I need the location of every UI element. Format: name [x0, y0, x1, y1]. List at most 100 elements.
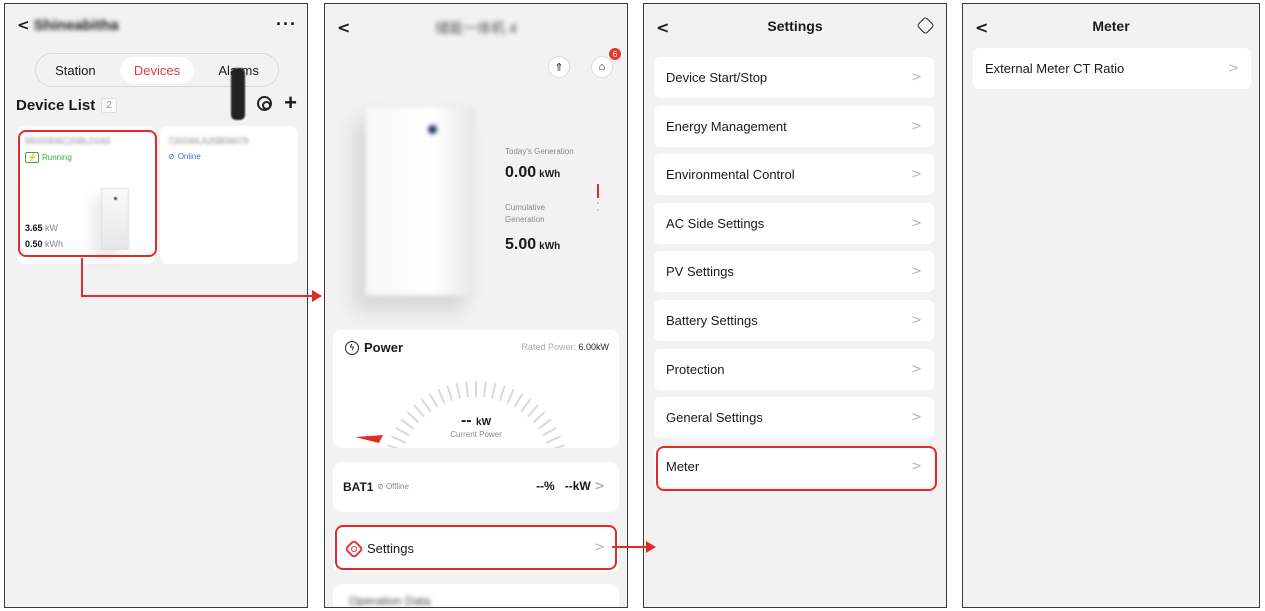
meter-screen: < Meter External Meter CT Ratio > — [962, 3, 1260, 608]
device-list-screen: < Shineabitha ··· Station Devices Alarms… — [4, 3, 308, 608]
gauge-tick — [446, 385, 453, 401]
item-label: Energy Management — [666, 118, 787, 134]
rated-power: Rated Power: 6.00kW — [521, 342, 609, 352]
settings-item-protection[interactable]: Protection > — [654, 348, 934, 390]
settings-item-device-start-stop[interactable]: Device Start/Stop > — [654, 57, 934, 98]
highlight-box — [656, 446, 937, 491]
chevron-right-icon: > — [911, 264, 922, 280]
device-title: 储能一体机 4 — [435, 20, 517, 36]
gauge-tick — [514, 393, 523, 408]
item-label: Battery Settings — [666, 312, 758, 328]
cumulative-label-line1: Cumulative — [505, 203, 546, 212]
cumulative-generation-value: 5.00 — [505, 236, 537, 253]
alarm-icon[interactable]: ⌂ — [591, 56, 613, 78]
item-label: Environmental Control — [666, 167, 795, 183]
page-indicator-active — [597, 184, 599, 198]
item-label: Protection — [666, 361, 725, 377]
settings-menu: Device Start/Stop > Energy Management > En… — [654, 57, 934, 494]
page-indicator-dot — [597, 209, 599, 211]
status-online: ⊘ Online — [168, 152, 201, 161]
upload-icon[interactable]: ⇑ — [548, 56, 570, 78]
gauge-tick — [520, 398, 532, 412]
item-label: PV Settings — [666, 264, 734, 280]
current-power-value: -- — [460, 412, 472, 429]
power-heading: ϟ Power — [345, 340, 403, 355]
more-options-icon[interactable]: ··· — [276, 14, 297, 35]
rated-power-label: Rated Power: — [521, 342, 576, 352]
chevron-right-icon: > — [594, 479, 605, 494]
highlight-box — [18, 130, 157, 257]
gauge-tick — [387, 444, 400, 448]
lightning-icon: ϟ — [345, 340, 359, 355]
settings-item-environmental-control[interactable]: Environmental Control > — [654, 154, 934, 196]
device-image — [365, 106, 475, 296]
arrowhead — [312, 290, 322, 302]
gauge-tick — [483, 381, 487, 398]
device-list-heading: Device List 2 — [16, 97, 117, 114]
todays-generation-unit: kWh — [539, 169, 561, 180]
device-count-badge: 2 — [101, 98, 117, 113]
settings-item-general[interactable]: General Settings > — [654, 397, 934, 439]
todays-generation-label: Today's Generation — [505, 147, 574, 156]
settings-screen: < Settings Device Start/Stop > Energy Man… — [643, 3, 947, 608]
meter-item-ct-ratio[interactable]: External Meter CT Ratio > — [973, 48, 1251, 89]
gauge-tick — [506, 388, 515, 404]
chevron-right-icon: > — [1228, 61, 1239, 76]
todays-generation-value: 0.00 — [505, 164, 537, 181]
notification-badge: 6 — [609, 48, 621, 60]
battery-status-label: Offline — [385, 482, 409, 491]
battery-row[interactable]: BAT1 ⊘ Offline --% --kW > — [333, 462, 619, 512]
status-label: Online — [177, 152, 201, 161]
device-card-charger[interactable]: 7201WLA25B06079 ⊘ Online — [160, 126, 298, 264]
item-label: AC Side Settings — [666, 215, 765, 231]
settings-item-pv[interactable]: PV Settings > — [654, 251, 934, 293]
battery-name: BAT1 — [343, 480, 374, 494]
current-power-unit: kW — [476, 417, 492, 428]
battery-values: --% --kW > — [536, 479, 605, 494]
device-detail-screen: < 储能一体机 4 ⇑ ⌂ 6 Today's Generation 0.00 k… — [324, 3, 628, 608]
settings-item-energy-management[interactable]: Energy Management > — [654, 105, 934, 147]
charger-image — [231, 68, 245, 120]
battery-status: ⊘ Offline — [377, 482, 409, 491]
highlight-box — [335, 525, 617, 570]
chevron-right-icon: > — [911, 118, 922, 134]
page-title: Settings — [767, 18, 823, 34]
link-icon: ⊘ — [168, 152, 175, 161]
next-card-label: Operation Data — [349, 594, 431, 608]
station-name: Shineabitha — [33, 16, 119, 34]
chevron-right-icon: > — [911, 167, 922, 183]
battery-power: --kW — [564, 479, 591, 493]
chevron-right-icon: > — [911, 312, 922, 328]
gauge-tick — [429, 393, 438, 408]
tab-station[interactable]: Station — [41, 57, 109, 84]
rated-power-value: 6.00kW — [578, 342, 609, 352]
page-title: Meter — [1092, 18, 1130, 34]
item-label: Device Start/Stop — [666, 70, 768, 85]
device-serial: 7201WLA25B06079 — [168, 136, 249, 146]
power-title: Power — [364, 340, 404, 355]
add-device-icon[interactable]: + — [284, 92, 297, 114]
current-power-label: Current Power — [450, 430, 502, 439]
chevron-right-icon: > — [911, 70, 922, 85]
scan-icon[interactable] — [257, 95, 273, 111]
chevron-right-icon: > — [911, 215, 922, 231]
cumulative-generation: 5.00 kWh — [505, 236, 560, 254]
power-card: ϟ Power Rated Power: 6.00kW -- kW Curren… — [333, 330, 619, 448]
todays-generation: 0.00 kWh — [505, 164, 560, 182]
cumulative-generation-label: Cumulative Generation — [505, 202, 545, 226]
cumulative-label-line2: Generation — [505, 215, 545, 224]
next-card-row[interactable]: Operation Data — [333, 584, 619, 608]
back-chevron-icon[interactable]: < — [17, 16, 30, 34]
settings-item-battery[interactable]: Battery Settings > — [654, 299, 934, 341]
gauge-tick — [552, 444, 565, 448]
gauge-tick — [420, 398, 432, 412]
current-power: -- kW — [333, 412, 619, 430]
gauge-tick — [437, 388, 446, 404]
station-header[interactable]: < Shineabitha — [17, 16, 119, 34]
item-label: General Settings — [666, 410, 763, 426]
chevron-right-icon: > — [911, 361, 922, 377]
gauge-tick — [465, 381, 469, 398]
gauge-tick — [455, 383, 461, 399]
settings-item-ac-side[interactable]: AC Side Settings > — [654, 202, 934, 244]
tab-devices[interactable]: Devices — [119, 56, 195, 84]
